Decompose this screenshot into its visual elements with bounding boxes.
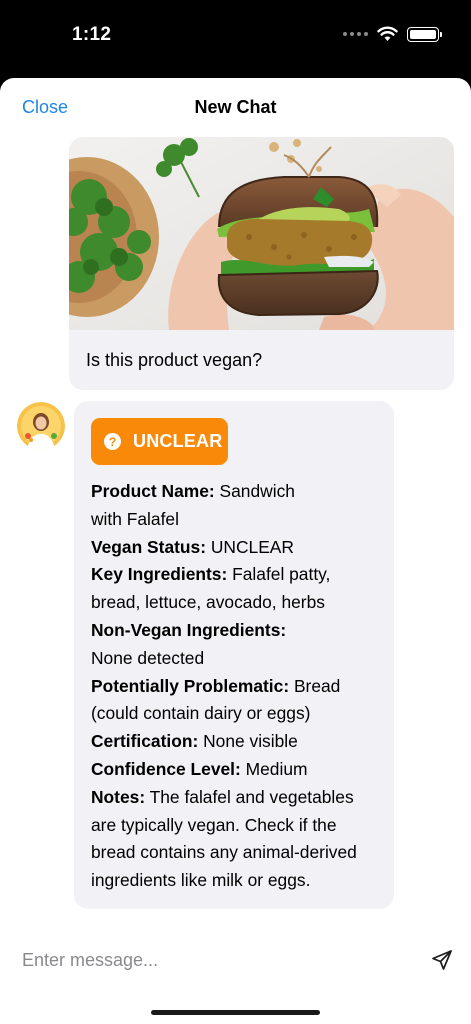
detail-line: ingredients like milk or eggs. xyxy=(91,867,383,895)
detail-value: Sandwich xyxy=(219,481,295,501)
user-message-bubble: Is this product vegan? xyxy=(69,137,454,390)
detail-line: (could contain dairy or eggs) xyxy=(91,700,383,728)
detail-label: Product Name: xyxy=(91,481,215,501)
detail-label: Potentially Problematic: xyxy=(91,675,290,696)
detail-label: Vegan Status: xyxy=(91,536,207,557)
detail-line: Vegan Status: UNCLEAR xyxy=(91,534,383,562)
status-icons xyxy=(343,26,442,42)
status-time: 1:12 xyxy=(72,24,112,45)
detail-value: bread, lettuce, avocado, herbs xyxy=(91,592,325,613)
detail-value: UNCLEAR xyxy=(210,536,294,557)
detail-label: Confidence Level: xyxy=(91,758,241,779)
user-message-text: Is this product vegan? xyxy=(86,350,263,370)
detail-line: are typically vegan. Check if the xyxy=(91,812,383,840)
detail-line: Product Name: Sandwich xyxy=(91,478,383,506)
detail-line: Notes: The falafel and vegetables xyxy=(91,784,383,812)
detail-label: Key Ingredients: xyxy=(91,564,228,585)
badge-label: UNCLEAR xyxy=(133,431,223,451)
send-button[interactable] xyxy=(430,948,454,972)
detail-line: Confidence Level: Medium xyxy=(91,756,383,784)
assistant-avatar xyxy=(17,402,65,450)
home-indicator xyxy=(151,1010,320,1015)
detail-value: bread contains any animal-derived xyxy=(91,842,357,863)
detail-value: None detected xyxy=(91,647,205,668)
detail-value: with Falafel xyxy=(91,508,179,529)
detail-line: Non-Vegan Ingredients: xyxy=(91,617,383,645)
detail-label: Notes: xyxy=(91,786,146,807)
detail-value: Falafel patty, xyxy=(232,564,331,585)
detail-label: Non-Vegan Ingredients: xyxy=(91,619,287,640)
detail-value: (could contain dairy or eggs) xyxy=(91,703,311,724)
detail-value: Medium xyxy=(245,758,308,779)
vegan-status-badge[interactable]: ? UNCLEAR xyxy=(91,418,228,465)
message-composer xyxy=(0,936,471,982)
analysis-details: Product Name: Sandwich with Falafel Vegan … xyxy=(91,478,383,895)
question-mark-icon: ? xyxy=(104,433,121,450)
detail-line: Key Ingredients: Falafel patty, xyxy=(91,561,383,589)
send-icon xyxy=(432,950,452,970)
detail-line: with Falafel xyxy=(91,506,383,534)
page-title: New Chat xyxy=(194,97,277,117)
chat-sheet: Close New Chat Is this product vegan? ? … xyxy=(0,78,471,1024)
detail-value: None visible xyxy=(203,731,298,752)
assistant-message-bubble: ? UNCLEAR Product Name: Sandwich with Fal… xyxy=(74,401,394,909)
detail-line: Certification: None visible xyxy=(91,728,383,756)
detail-line: bread contains any animal-derived xyxy=(91,839,383,867)
status-bar: 1:12 xyxy=(0,0,471,78)
detail-value: The falafel and vegetables xyxy=(149,786,354,807)
detail-label: Certification: xyxy=(91,731,199,752)
detail-line: bread, lettuce, avocado, herbs xyxy=(91,589,383,617)
detail-value: Bread xyxy=(293,675,341,696)
wifi-icon xyxy=(377,26,398,41)
detail-value: are typically vegan. Check if the xyxy=(91,814,337,835)
nav-bar: Close New Chat xyxy=(0,78,471,136)
falafel-sandwich-photo[interactable] xyxy=(69,137,454,330)
detail-value: ingredients like milk or eggs. xyxy=(91,870,311,891)
battery-icon xyxy=(407,26,442,42)
detail-line: Potentially Problematic: Bread xyxy=(91,673,383,701)
message-input[interactable] xyxy=(22,946,402,974)
detail-line: None detected xyxy=(91,645,383,673)
signal-dots-icon xyxy=(343,32,368,36)
